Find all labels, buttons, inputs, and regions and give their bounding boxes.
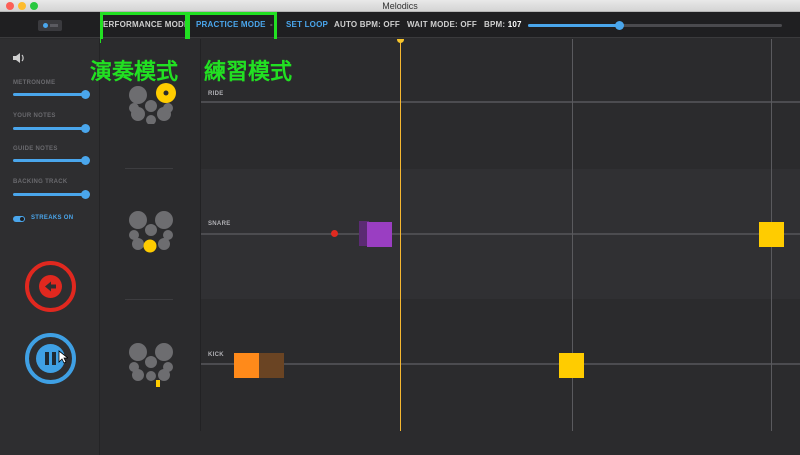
metronome-slider-knob[interactable] bbox=[81, 90, 90, 99]
bpm-slider-knob[interactable] bbox=[615, 21, 625, 30]
mouse-cursor-icon bbox=[58, 350, 68, 364]
bpm-readout: BPM: 107 bbox=[484, 12, 522, 38]
lane-line-ride bbox=[201, 101, 800, 103]
guide-notes-slider[interactable] bbox=[13, 156, 90, 165]
wait-mode-toggle[interactable]: WAIT MODE: OFF bbox=[407, 12, 477, 38]
missed-hit-marker bbox=[331, 230, 338, 237]
lane-kick: KICK bbox=[201, 299, 800, 431]
streaks-label: STREAKS ON bbox=[31, 215, 74, 221]
toggle-bar-icon bbox=[50, 24, 58, 27]
lane-label-snare: SNARE bbox=[208, 221, 231, 227]
your-notes-slider-knob[interactable] bbox=[81, 124, 90, 133]
lane-snare: SNARE bbox=[201, 169, 800, 299]
back-button[interactable] bbox=[25, 261, 76, 312]
auto-bpm-toggle[interactable]: AUTO BPM: OFF bbox=[334, 12, 400, 38]
your-notes-label: YOUR NOTES bbox=[13, 113, 56, 119]
note-lanes: RIDE SNARE KICK bbox=[201, 39, 800, 431]
note-snare bbox=[367, 222, 392, 247]
window-title: Melodics bbox=[382, 1, 418, 11]
auto-bpm-value: OFF bbox=[383, 20, 401, 29]
wait-mode-value: OFF bbox=[460, 20, 477, 29]
bpm-slider[interactable] bbox=[528, 21, 782, 30]
bottom-strip bbox=[201, 431, 800, 455]
drum-separator bbox=[125, 299, 173, 300]
note-kick bbox=[559, 353, 584, 378]
left-sidebar: METRONOME YOUR NOTES GUIDE NOTES BACKING… bbox=[0, 39, 100, 455]
bpm-label: BPM: bbox=[484, 20, 506, 29]
title-bar: Melodics bbox=[0, 0, 800, 12]
backing-track-slider[interactable] bbox=[13, 190, 90, 199]
streaks-toggle[interactable] bbox=[13, 216, 25, 222]
playhead bbox=[400, 39, 401, 431]
lane-label-ride: RIDE bbox=[208, 91, 224, 97]
wait-mode-label: WAIT MODE: bbox=[407, 20, 458, 29]
view-toggle-button[interactable] bbox=[38, 20, 62, 31]
note-trail bbox=[259, 353, 284, 378]
speaker-icon bbox=[12, 52, 26, 67]
practice-mode-caption: 練習模式 bbox=[204, 60, 293, 85]
backing-track-slider-knob[interactable] bbox=[81, 190, 90, 199]
lane-label-kick: KICK bbox=[208, 352, 224, 358]
bpm-slider-fill bbox=[528, 24, 620, 27]
drum-kit-snare-icon bbox=[129, 211, 173, 253]
toggle-dot-icon bbox=[43, 23, 48, 28]
performance-mode-caption: 演奏模式 bbox=[90, 60, 179, 85]
backing-track-label: BACKING TRACK bbox=[13, 179, 68, 185]
bpm-value: 107 bbox=[507, 20, 522, 29]
guide-notes-label: GUIDE NOTES bbox=[13, 146, 58, 152]
drum-kit-kick-icon bbox=[129, 343, 173, 387]
lane-line-kick bbox=[201, 363, 800, 365]
auto-bpm-label: AUTO BPM: bbox=[334, 20, 381, 29]
metronome-label: METRONOME bbox=[13, 80, 56, 86]
metronome-slider[interactable] bbox=[13, 90, 90, 99]
lane-line-snare bbox=[201, 233, 800, 235]
back-arrow-icon bbox=[39, 275, 62, 298]
your-notes-slider[interactable] bbox=[13, 124, 90, 133]
note-kick bbox=[234, 353, 259, 378]
set-loop-button[interactable]: SET LOOP bbox=[286, 12, 328, 38]
note-snare bbox=[759, 222, 784, 247]
pause-button[interactable] bbox=[25, 333, 76, 384]
drum-separator bbox=[125, 168, 173, 169]
guide-notes-slider-knob[interactable] bbox=[81, 156, 90, 165]
